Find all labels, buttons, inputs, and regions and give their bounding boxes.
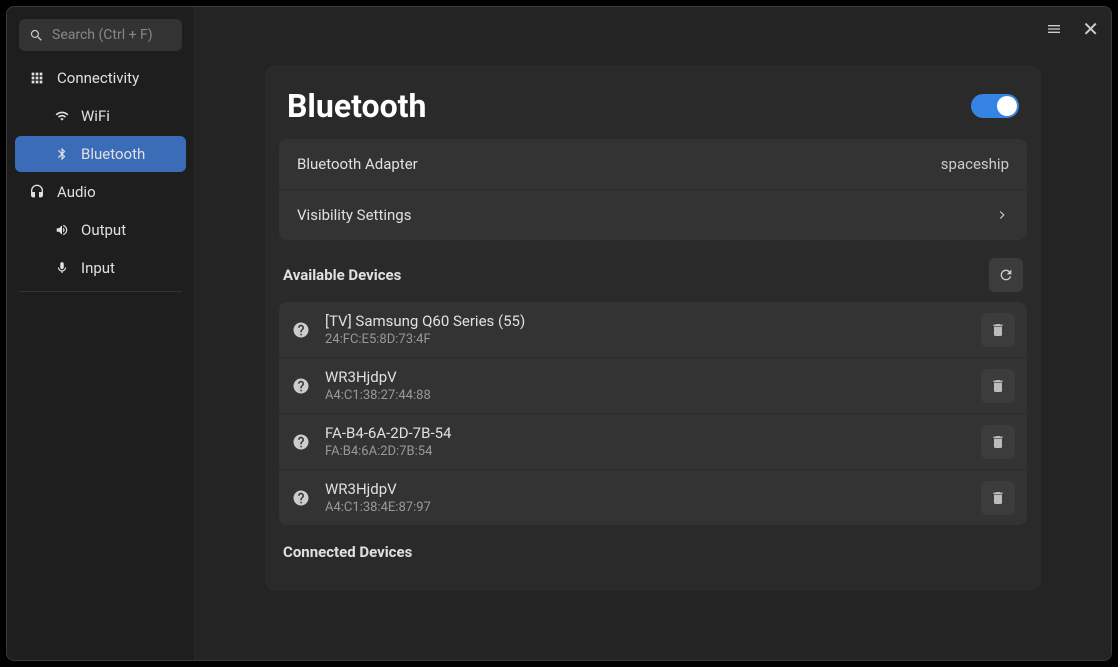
sidebar-item-label: Bluetooth [81,145,145,163]
search-input[interactable]: Search (Ctrl + F) [19,19,182,51]
unknown-device-icon [291,376,311,396]
network-icon [29,70,45,86]
visibility-label: Visibility Settings [297,206,411,224]
unknown-device-icon [291,432,311,452]
page-content: Bluetooth Bluetooth Adapter spaceship Vi… [265,65,1041,591]
connected-devices-header: Connected Devices [279,539,1027,571]
sidebar-item-input[interactable]: Input [15,250,186,286]
sidebar-item-bluetooth[interactable]: Bluetooth [15,136,186,172]
microphone-icon [55,261,69,275]
page-title: Bluetooth [287,87,426,125]
delete-device-button[interactable] [981,425,1015,459]
nav-section-connectivity: Connectivity WiFi Bluetooth [7,59,194,173]
sidebar-item-output[interactable]: Output [15,212,186,248]
wifi-icon [55,109,69,123]
adapter-label: Bluetooth Adapter [297,155,418,173]
device-info: WR3HjdpV A4:C1:38:27:44:88 [325,368,967,403]
device-mac: A4:C1:38:27:44:88 [325,388,967,403]
device-row[interactable]: FA-B4-6A-2D-7B-54 FA:B4:6A:2D:7B:54 [279,413,1027,469]
available-device-list: [TV] Samsung Q60 Series (55) 24:FC:E5:8D:… [279,302,1027,525]
device-mac: 24:FC:E5:8D:73:4F [325,332,967,347]
adapter-row[interactable]: Bluetooth Adapter spaceship [279,139,1027,189]
device-mac: FA:B4:6A:2D:7B:54 [325,444,967,459]
nav-section-audio: Audio Output Input [7,173,194,287]
available-devices-label: Available Devices [283,266,401,284]
settings-group: Bluetooth Adapter spaceship Visibility S… [279,139,1027,240]
device-row[interactable]: WR3HjdpV A4:C1:38:27:44:88 [279,357,1027,413]
search-icon [29,28,44,43]
device-name: [TV] Samsung Q60 Series (55) [325,312,967,330]
adapter-value: spaceship [941,155,1009,173]
device-row[interactable]: [TV] Samsung Q60 Series (55) 24:FC:E5:8D:… [279,302,1027,357]
chevron-right-icon [995,208,1009,222]
bluetooth-toggle[interactable] [971,94,1019,118]
visibility-row[interactable]: Visibility Settings [279,189,1027,240]
unknown-device-icon [291,320,311,340]
headset-icon [29,184,45,200]
nav-header-connectivity[interactable]: Connectivity [7,59,194,97]
titlebar: ✕ [195,7,1111,51]
nav-header-label: Audio [57,183,96,201]
available-devices-header: Available Devices [279,254,1027,302]
connected-devices-label: Connected Devices [283,543,412,561]
device-row[interactable]: WR3HjdpV A4:C1:38:4E:87:97 [279,469,1027,525]
delete-device-button[interactable] [981,313,1015,347]
sidebar-item-label: Input [81,259,115,277]
refresh-button[interactable] [989,258,1023,292]
device-name: WR3HjdpV [325,480,967,498]
sidebar-item-label: WiFi [81,107,110,125]
delete-device-button[interactable] [981,369,1015,403]
search-placeholder: Search (Ctrl + F) [52,27,153,43]
speaker-icon [55,223,69,237]
settings-window: Search (Ctrl + F) Connectivity WiFi Blue… [6,6,1112,661]
device-info: FA-B4-6A-2D-7B-54 FA:B4:6A:2D:7B:54 [325,424,967,459]
bluetooth-icon [55,147,69,161]
sidebar-item-wifi[interactable]: WiFi [15,98,186,134]
nav-header-audio[interactable]: Audio [7,173,194,211]
sidebar-item-label: Output [81,221,126,239]
device-name: WR3HjdpV [325,368,967,386]
device-info: WR3HjdpV A4:C1:38:4E:87:97 [325,480,967,515]
nav-header-label: Connectivity [57,69,139,87]
delete-device-button[interactable] [981,481,1015,515]
device-name: FA-B4-6A-2D-7B-54 [325,424,967,442]
page-header: Bluetooth [279,83,1027,139]
unknown-device-icon [291,488,311,508]
close-button[interactable]: ✕ [1082,19,1099,39]
device-info: [TV] Samsung Q60 Series (55) 24:FC:E5:8D:… [325,312,967,347]
refresh-icon [998,267,1014,283]
sidebar: Search (Ctrl + F) Connectivity WiFi Blue… [7,7,195,660]
menu-icon[interactable] [1046,21,1062,37]
device-mac: A4:C1:38:4E:87:97 [325,500,967,515]
nav-divider [19,291,182,292]
main-panel: ✕ Bluetooth Bluetooth Adapter spaceship … [195,7,1111,660]
